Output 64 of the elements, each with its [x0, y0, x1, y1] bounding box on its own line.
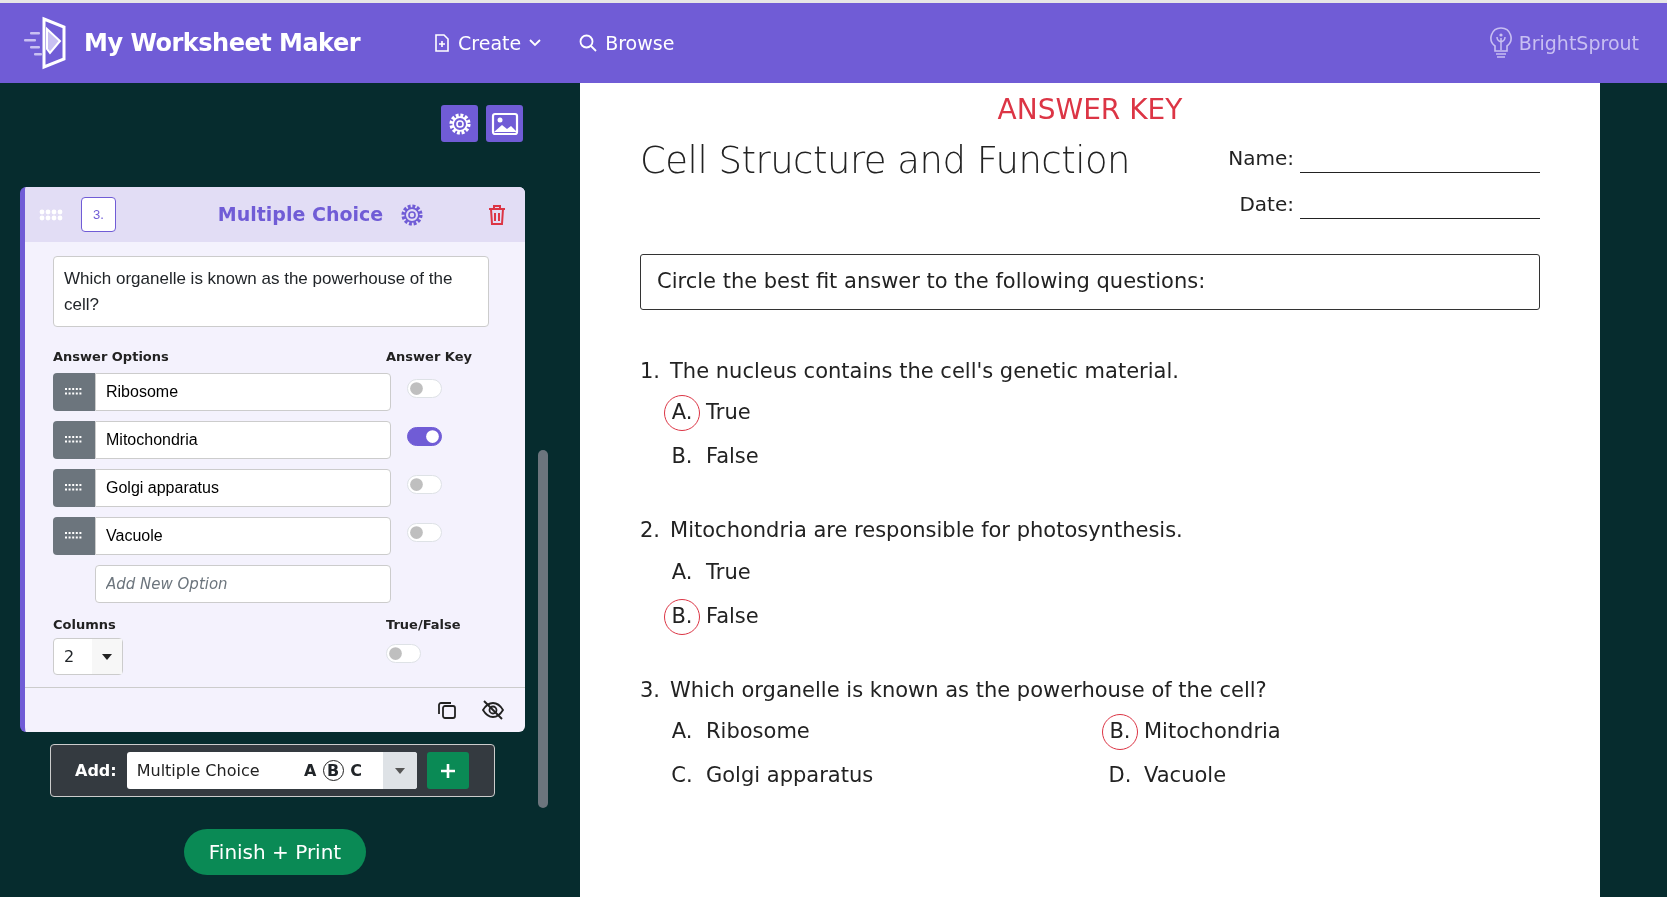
file-plus-icon	[434, 34, 451, 52]
columns-select[interactable]: 2	[53, 638, 123, 675]
answer-letter: A.	[670, 718, 694, 746]
finish-print-button[interactable]: Finish + Print	[184, 829, 366, 875]
image-button[interactable]	[486, 105, 523, 142]
drag-handle[interactable]	[53, 420, 95, 459]
new-option-field[interactable]: Add New Option	[95, 564, 391, 603]
question-text: Which organelle is known as the powerhouse of the cell?	[670, 676, 1267, 704]
options-heading: Answer Options	[53, 348, 170, 366]
option-field[interactable]: Mitochondria	[95, 420, 391, 459]
caret-icon	[394, 767, 405, 774]
drag-handle-icon[interactable]	[39, 208, 65, 221]
true-false-toggle[interactable]	[386, 644, 422, 664]
answer-text: Vacuole	[1144, 762, 1227, 790]
answer-text: False	[706, 443, 759, 471]
add-button[interactable]	[426, 752, 469, 789]
answer-letter: B.	[670, 443, 694, 471]
question-number: 3.	[640, 676, 661, 704]
answer-key-toggle[interactable]	[407, 426, 443, 446]
answer-text: False	[706, 602, 759, 630]
question-number: 3.	[81, 197, 116, 232]
eye-slash-icon[interactable]	[481, 700, 505, 720]
settings-icon[interactable]	[399, 201, 426, 228]
search-icon	[579, 34, 598, 52]
nav-link[interactable]: Browse	[579, 28, 675, 58]
plus-icon[interactable]	[440, 763, 455, 778]
brand-name[interactable]: My Worksheet Maker	[84, 25, 361, 61]
answer-key-heading: Answer Key	[386, 348, 472, 366]
field-label: Date:	[1238, 191, 1294, 218]
copy-icon[interactable]	[437, 700, 457, 720]
answer-letter: D.	[1107, 762, 1133, 790]
question-text: The nucleus contains the cell's genetic material.	[670, 357, 1179, 385]
question-type-title: Multiple Choice	[217, 202, 384, 228]
true-false-label: True/False	[386, 615, 461, 634]
option-field[interactable]: Golgi apparatus	[95, 468, 391, 507]
answer-text: True	[706, 558, 751, 586]
drag-handle[interactable]	[53, 372, 95, 411]
answer-key-heading: ANSWER KEY	[996, 92, 1184, 128]
option-field[interactable]: Vacuole	[95, 516, 391, 555]
drag-handle[interactable]	[53, 468, 95, 507]
answer-text: Ribosome	[706, 718, 810, 746]
option-field[interactable]: Ribosome	[95, 372, 391, 411]
worksheet-title: Cell Structure and Function	[640, 138, 1131, 184]
columns-label: Columns	[53, 615, 117, 634]
question-number: 1.	[640, 357, 661, 385]
question-field[interactable]: Which organelle is known as the powerhouse of the cell?	[53, 256, 489, 327]
trash-icon[interactable]	[487, 203, 507, 226]
add-label: Add:	[75, 759, 117, 782]
drag-handle[interactable]	[53, 516, 95, 555]
instructions-box: Circle the best fit answer to the following questions:	[640, 254, 1540, 310]
answer-letter: C.	[670, 762, 694, 790]
scrollbar[interactable]	[538, 450, 548, 808]
answer-text: True	[706, 399, 751, 427]
question-number: 2.	[640, 517, 661, 544]
nav-link[interactable]: Create	[434, 28, 542, 58]
answer-text: Mitochondria	[1144, 718, 1281, 746]
caret-icon	[102, 653, 112, 660]
field-label: Name:	[1227, 145, 1294, 172]
question-text: Mitochondria are responsible for photosynthesis.	[670, 517, 1183, 544]
image-icon[interactable]	[490, 111, 519, 136]
chevron-down-icon	[529, 39, 542, 47]
answer-text: Golgi apparatus	[706, 762, 874, 790]
question-type-select[interactable]: Multiple Choice A B C	[126, 752, 417, 789]
answer-letter: A.	[670, 558, 694, 586]
